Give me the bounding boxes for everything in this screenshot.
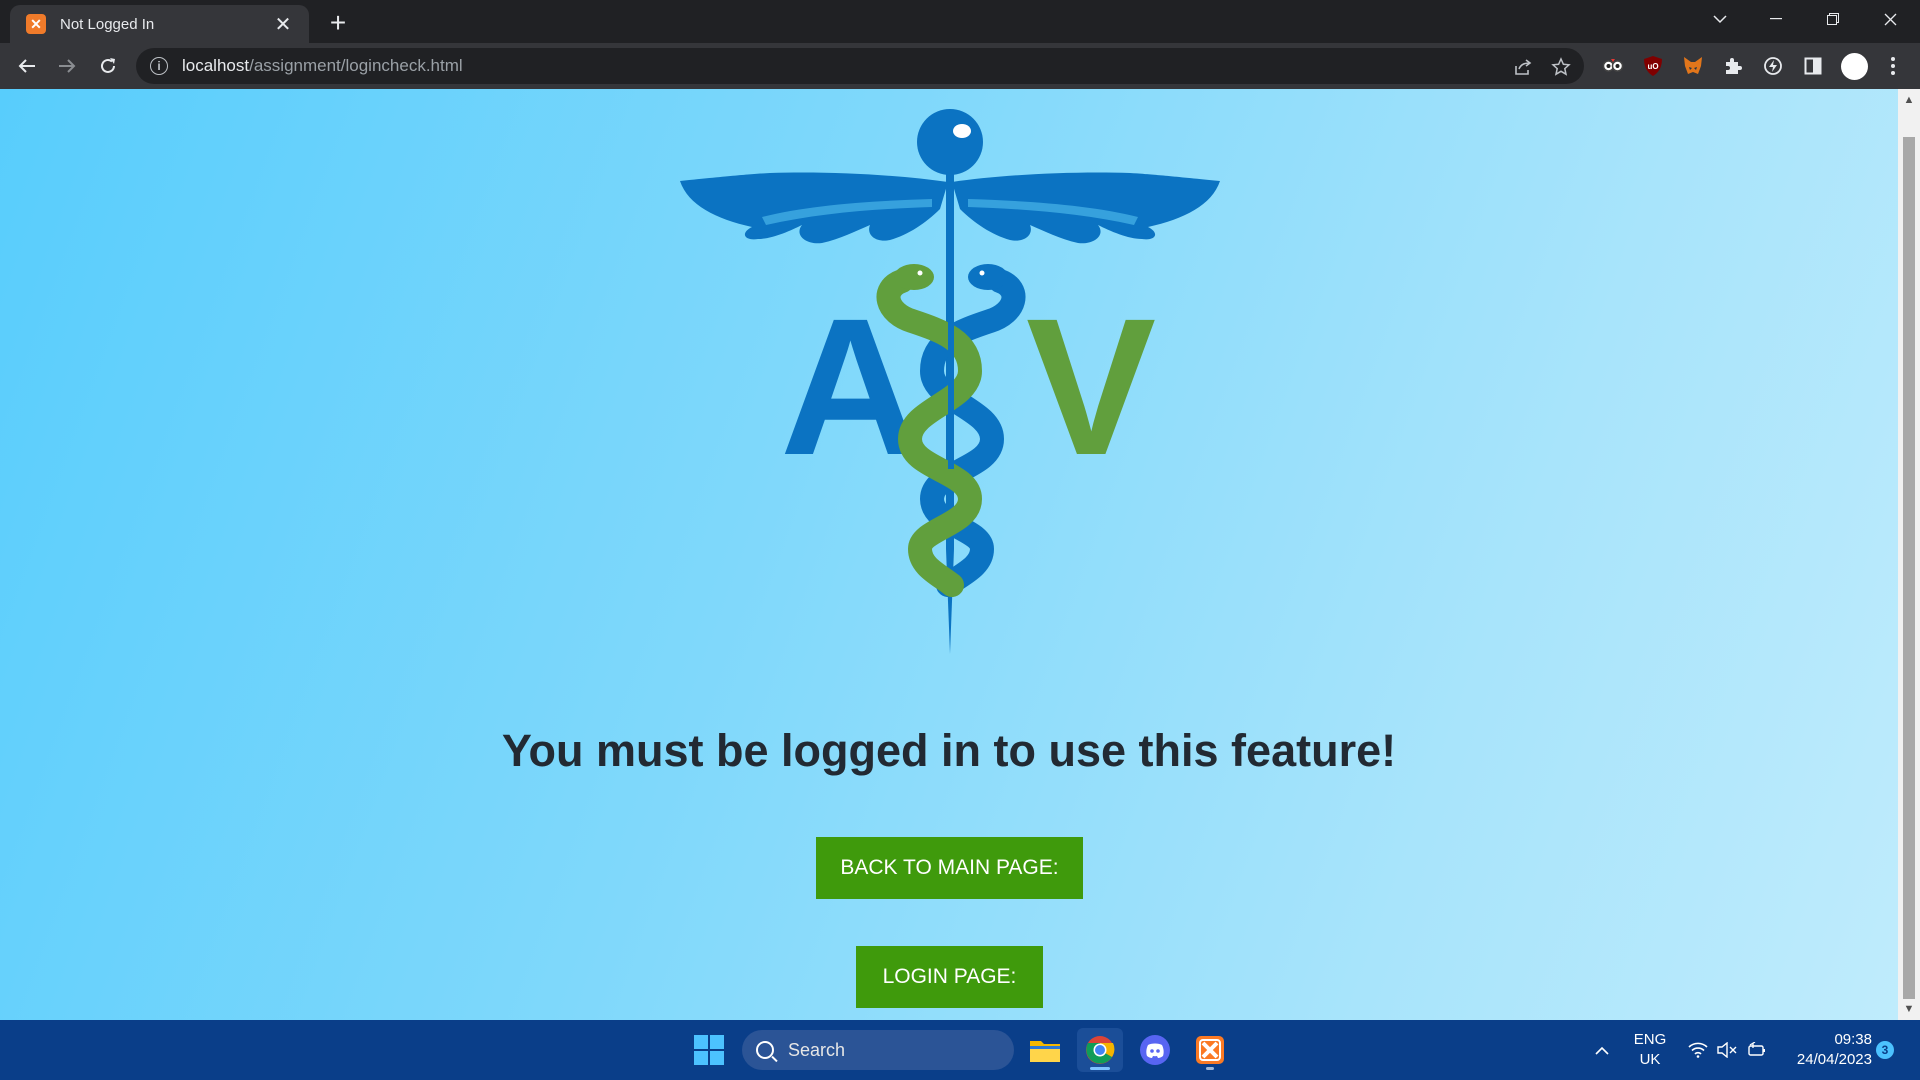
restore-button[interactable] xyxy=(1805,0,1861,38)
bookmark-star-icon[interactable] xyxy=(1550,56,1572,78)
windows-taskbar: Search ENG UK 09:38 24/04/2023 3 xyxy=(0,1020,1920,1080)
site-info-icon[interactable]: i xyxy=(150,57,168,75)
running-app-indicator xyxy=(1206,1067,1214,1070)
search-icon xyxy=(756,1041,774,1059)
tab-strip: ✕ Not Logged In ✕ + xyxy=(0,0,1920,43)
minimize-button[interactable] xyxy=(1748,0,1804,38)
browser-tab[interactable]: ✕ Not Logged In ✕ xyxy=(10,5,309,43)
login-page-button[interactable]: LOGIN PAGE: xyxy=(856,946,1043,1008)
tab-title: Not Logged In xyxy=(60,15,155,33)
av-caduceus-logo: A V xyxy=(680,109,1220,654)
login-required-message: You must be logged in to use this featur… xyxy=(501,725,1397,776)
ublock-origin-icon[interactable]: uO xyxy=(1641,54,1665,78)
svg-text:V: V xyxy=(1026,278,1156,496)
extension-owl-icon[interactable] xyxy=(1601,54,1625,78)
scroll-down-arrow-icon[interactable]: ▼ xyxy=(1902,1002,1916,1016)
share-icon[interactable] xyxy=(1512,56,1534,78)
discord-icon[interactable] xyxy=(1132,1028,1178,1072)
url-text: localhost/assignment/logincheck.html xyxy=(182,56,463,75)
xampp-favicon-icon: ✕ xyxy=(26,14,46,34)
profile-avatar[interactable] xyxy=(1839,51,1869,81)
side-panel-icon[interactable] xyxy=(1801,54,1825,78)
search-placeholder: Search xyxy=(788,1039,846,1060)
windows-start-icon[interactable] xyxy=(694,1035,724,1065)
chrome-taskbar-icon[interactable] xyxy=(1077,1028,1123,1072)
scrollbar-thumb[interactable] xyxy=(1903,137,1915,999)
tab-search-chevron-icon[interactable] xyxy=(1692,0,1748,38)
vertical-scrollbar[interactable]: ▲ ▼ xyxy=(1898,89,1920,1020)
taskbar-search[interactable]: Search xyxy=(742,1030,1014,1070)
reload-button[interactable] xyxy=(92,50,124,82)
file-explorer-icon[interactable] xyxy=(1022,1028,1068,1072)
close-window-button[interactable] xyxy=(1862,0,1918,38)
new-tab-button[interactable]: + xyxy=(322,7,354,39)
page-viewport: A V You must be logged in to use this fe… xyxy=(0,89,1920,1020)
performance-icon[interactable] xyxy=(1761,54,1785,78)
forward-button[interactable] xyxy=(51,50,83,82)
extensions-puzzle-icon[interactable] xyxy=(1721,54,1745,78)
show-hidden-icons-chevron-icon[interactable] xyxy=(1590,1020,1614,1080)
browser-toolbar: i localhost/assignment/logincheck.html u… xyxy=(0,43,1920,89)
back-button[interactable] xyxy=(11,50,43,82)
volume-muted-icon[interactable] xyxy=(1715,1020,1739,1080)
metamask-fox-icon[interactable] xyxy=(1681,54,1705,78)
battery-charging-icon[interactable] xyxy=(1745,1020,1769,1080)
input-language-indicator[interactable]: ENG UK xyxy=(1630,1030,1670,1070)
close-tab-icon[interactable]: ✕ xyxy=(271,12,295,36)
chrome-menu-icon[interactable] xyxy=(1881,54,1905,78)
back-to-main-page-button[interactable]: BACK TO MAIN PAGE: xyxy=(816,837,1083,899)
scroll-up-arrow-icon[interactable]: ▲ xyxy=(1902,93,1916,107)
xampp-taskbar-icon[interactable] xyxy=(1187,1028,1233,1072)
notification-count-badge[interactable]: 3 xyxy=(1876,1041,1894,1059)
address-bar[interactable]: i localhost/assignment/logincheck.html xyxy=(136,48,1584,84)
svg-text:uO: uO xyxy=(1647,62,1658,71)
active-app-indicator xyxy=(1090,1067,1110,1070)
taskbar-clock[interactable]: 09:38 24/04/2023 xyxy=(1780,1030,1872,1070)
wifi-icon[interactable] xyxy=(1686,1020,1710,1080)
